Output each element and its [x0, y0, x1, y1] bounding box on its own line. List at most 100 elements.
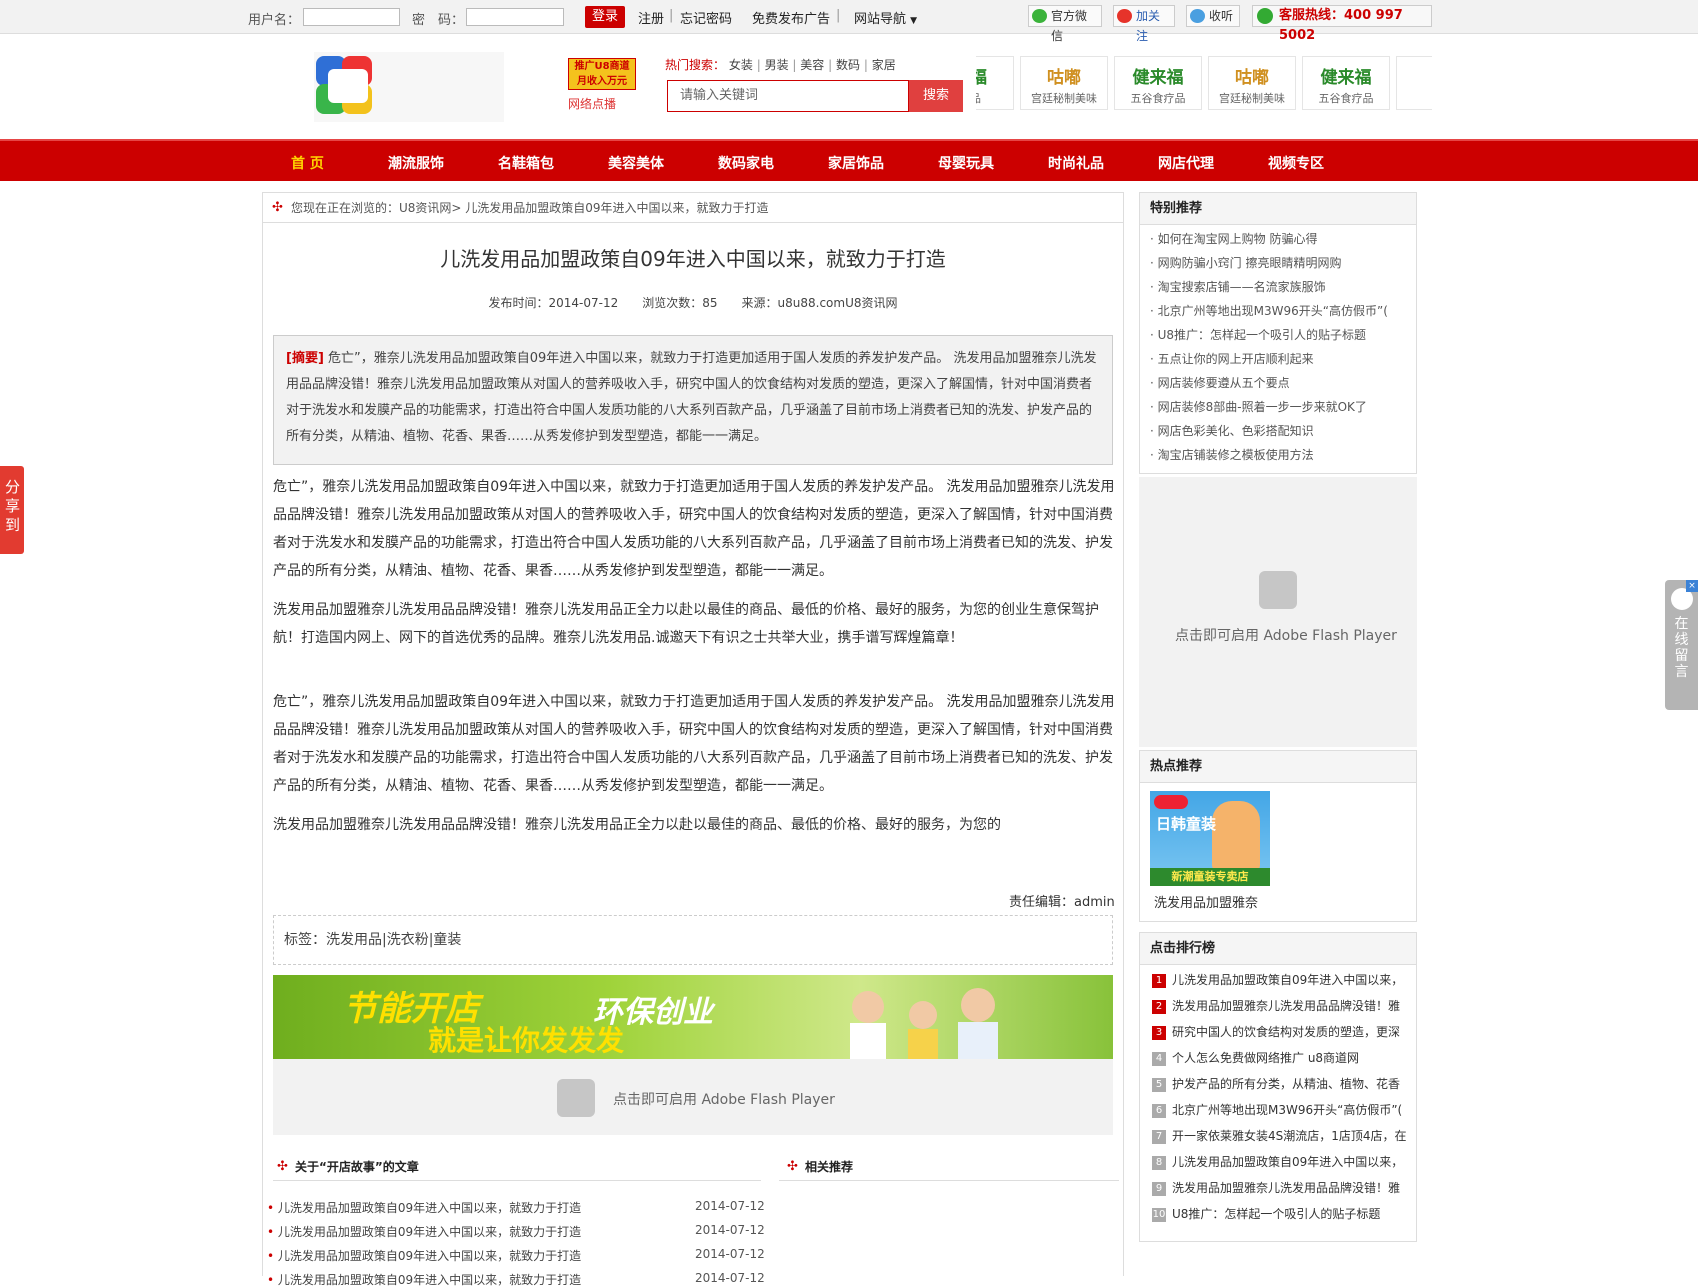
nav-baby-toys[interactable]: 母婴玩具 — [938, 153, 994, 173]
search-button[interactable]: 搜索 — [909, 80, 963, 112]
about-section-header: ✣ 关于“开店故事”的文章 — [273, 1153, 761, 1181]
site-nav-dropdown[interactable]: 网站导航 ▼ — [854, 8, 917, 27]
flash-placeholder[interactable]: 点击即可启用 Adobe Flash Player — [273, 1059, 1113, 1135]
click-ranking-box: 点击排行榜 1 儿洗发用品加盟政策自09年进入中国以来， 2 洗发用品加盟雅奈儿洗发… — [1139, 932, 1417, 1242]
hot-term[interactable]: 美容 — [800, 58, 824, 72]
brand-logo — [1154, 795, 1188, 809]
nav-gifts[interactable]: 时尚礼品 — [1048, 153, 1104, 173]
rank-item[interactable]: 6 北京广州等地出现M3W96开头“高仿假币”( — [1140, 1097, 1416, 1123]
login-button[interactable]: 登录 — [585, 6, 625, 28]
forgot-password-link[interactable]: 忘记密码 — [680, 8, 732, 27]
ad-tile[interactable]: 健来福 五谷食疗品 — [1114, 56, 1202, 110]
site-logo[interactable] — [314, 52, 504, 122]
list-item[interactable]: · 网店装修要遵从五个要点 — [1140, 371, 1416, 395]
nav-home[interactable]: 首 页 — [291, 153, 324, 173]
list-item[interactable]: · 五点让你的网上开店顺利起来 — [1140, 347, 1416, 371]
hot-recommend-caption[interactable]: 洗发用品加盟雅奈 — [1154, 892, 1258, 911]
nav-home-decor[interactable]: 家居饰品 — [828, 153, 884, 173]
list-item[interactable]: • 儿洗发用品加盟政策自09年进入中国以来，就致力于打造 2014-07-12 — [267, 1199, 767, 1216]
list-item[interactable]: · 如何在淘宝网上购物 防骗心得 — [1140, 227, 1416, 251]
rank-item[interactable]: 4 个人怎么免费做网络推广 u8商道网 — [1140, 1045, 1416, 1071]
rank-item[interactable]: 1 儿洗发用品加盟政策自09年进入中国以来， — [1140, 967, 1416, 993]
ad-tile[interactable]: 咕宫 — [1396, 56, 1432, 110]
hotline: 客服热线：400 997 5002 — [1252, 5, 1432, 43]
promo-badge[interactable]: 推广U8商道 月收入万元 网络点播 — [568, 58, 636, 114]
nav-fashion[interactable]: 潮流服饰 — [388, 153, 444, 173]
list-item[interactable]: · 淘宝搜索店铺——名流家族服饰 — [1140, 275, 1416, 299]
summary-tag: [摘要] — [286, 351, 324, 366]
logo-center — [328, 69, 368, 103]
listen-label: 收听 — [1209, 9, 1234, 23]
list-item[interactable]: · 网购防骗小窍门 擦亮眼睛精明网购 — [1140, 251, 1416, 275]
tencent-listen-button[interactable]: 收听 — [1186, 5, 1240, 27]
article-title: 儿洗发用品加盟政策自09年进入中国以来，就致力于打造 — [440, 247, 946, 271]
nav-beauty[interactable]: 美容美体 — [608, 153, 664, 173]
hot-recommend-title: 热点推荐 — [1140, 751, 1416, 783]
hot-term[interactable]: 男装 — [765, 58, 789, 72]
rank-item[interactable]: 8 儿洗发用品加盟政策自09年进入中国以来， — [1140, 1149, 1416, 1175]
article-paragraph: 洗发用品加盟雅奈儿洗发用品品牌没错！雅奈儿洗发用品正全力以赴以最佳的商品、最低的… — [273, 817, 1001, 833]
phone-icon — [1257, 8, 1273, 24]
message-label: 在线留言 — [1674, 616, 1689, 680]
rank-item[interactable]: 5 护发产品的所有分类，从精油、植物、花香 — [1140, 1071, 1416, 1097]
hot-term[interactable]: 家居 — [872, 58, 896, 72]
cross-icon: ✣ — [272, 200, 283, 215]
wechat-icon — [1032, 9, 1047, 23]
list-item[interactable]: · U8推广：怎样起一个吸引人的贴子标题 — [1140, 323, 1416, 347]
wechat-button[interactable]: 官方微信 — [1028, 5, 1102, 43]
free-ad-link[interactable]: 免费发布广告 — [752, 8, 830, 27]
close-icon[interactable]: × — [1686, 580, 1698, 592]
rank-item[interactable]: 3 研究中国人的饮食结构对发质的塑造，更深 — [1140, 1019, 1416, 1045]
special-recommend-title: 特别推荐 — [1140, 193, 1416, 225]
ad-carousel: 宋福疗品 咕嘟宫廷秘制美味 健来福五谷食疗品 咕嘟宫廷秘制美味 健来福五谷食疗品… — [976, 56, 1432, 110]
promo-box: 推广U8商道 月收入万元 — [568, 58, 636, 90]
ad-tile[interactable]: 宋福疗品 — [976, 56, 1014, 110]
nav-shoes-bags[interactable]: 名鞋箱包 — [498, 153, 554, 173]
online-message-tab[interactable]: × 在线留言 — [1665, 580, 1698, 710]
hot-recommend-image[interactable]: 日韩童装 新潮童装专卖店 — [1150, 791, 1270, 886]
click-ranking-title: 点击排行榜 — [1140, 933, 1416, 965]
hot-term[interactable]: 数码 — [836, 58, 860, 72]
promo-banner[interactable]: 节能开店 环保创业 就是让你发发发 — [273, 975, 1113, 1059]
list-item[interactable]: · 北京广州等地出现M3W96开头“高仿假币”( — [1140, 299, 1416, 323]
rank-item[interactable]: 10 U8推广：怎样起一个吸引人的贴子标题 — [1140, 1201, 1416, 1227]
recommend-section-header: ✣ 相关推荐 — [779, 1153, 1119, 1181]
register-link[interactable]: 注册 — [638, 8, 664, 27]
list-item[interactable]: • 儿洗发用品加盟政策自09年进入中国以来，就致力于打造 2014-07-12 — [267, 1223, 767, 1240]
share-tab[interactable]: 分享到 — [0, 466, 24, 554]
weibo-follow-button[interactable]: 加关注 — [1113, 5, 1175, 43]
about-section-title: 关于“开店故事”的文章 — [295, 1160, 419, 1174]
breadcrumb-text[interactable]: 您现在正在浏览的：U8资讯网> 儿洗发用品加盟政策自09年进入中国以来，就致力于… — [291, 201, 769, 215]
nav-shop-agent[interactable]: 网店代理 — [1158, 153, 1214, 173]
main-nav: 首 页 潮流服饰 名鞋箱包 美容美体 数码家电 家居饰品 母婴玩具 时尚礼品 网… — [0, 139, 1698, 181]
article-paragraph: 洗发用品加盟雅奈儿洗发用品品牌没错！雅奈儿洗发用品正全力以赴以最佳的商品、最低的… — [273, 602, 1099, 646]
divider: | — [836, 8, 841, 23]
list-item[interactable]: · 淘宝店铺装修之模板使用方法 — [1140, 443, 1416, 467]
wechat-label: 官方微信 — [1051, 9, 1088, 43]
rank-item[interactable]: 2 洗发用品加盟雅奈儿洗发用品品牌没错！雅 — [1140, 993, 1416, 1019]
nav-electronics[interactable]: 数码家电 — [718, 153, 774, 173]
rank-item[interactable]: 7 开一家依莱雅女装4S潮流店，1店顶4店，在 — [1140, 1123, 1416, 1149]
rank-item[interactable]: 9 洗发用品加盟雅奈儿洗发用品品牌没错！雅 — [1140, 1175, 1416, 1201]
search-input[interactable]: 请输入关键词 — [667, 80, 909, 112]
article-tags[interactable]: 标签：洗发用品|洗衣粉|童装 — [273, 915, 1113, 965]
summary-text: 危亡”，雅奈儿洗发用品加盟政策自09年进入中国以来，就致力于打造更加适用于国人发… — [286, 351, 1097, 444]
password-input[interactable] — [466, 8, 564, 26]
list-item[interactable]: · 网店色彩美化、色彩搭配知识 — [1140, 419, 1416, 443]
hot-term[interactable]: 女装 — [729, 58, 753, 72]
ad-tile[interactable]: 咕嘟 宫廷秘制美味 — [1020, 56, 1108, 110]
nav-video[interactable]: 视频专区 — [1268, 153, 1324, 173]
username-label: 用户名： — [248, 13, 301, 28]
list-item[interactable]: • 儿洗发用品加盟政策自09年进入中国以来，就致力于打造 2014-07-12 — [267, 1271, 767, 1288]
username-input[interactable] — [303, 8, 400, 26]
list-item[interactable]: • 儿洗发用品加盟政策自09年进入中国以来，就致力于打造 2014-07-12 — [267, 1247, 767, 1264]
child-figure — [1212, 801, 1260, 871]
ad-tile[interactable]: 健来福 五谷食疗品 — [1302, 56, 1390, 110]
sidebar-flash-placeholder[interactable]: 点击即可启用 Adobe Flash Player — [1139, 477, 1417, 747]
list-item[interactable]: · 网店装修8部曲-照着一步一步来就OK了 — [1140, 395, 1416, 419]
article-summary: [摘要] 危亡”，雅奈儿洗发用品加盟政策自09年进入中国以来，就致力于打造更加适… — [273, 335, 1113, 465]
cross-icon: ✣ — [787, 1159, 798, 1174]
ad-tile[interactable]: 咕嘟 宫廷秘制美味 — [1208, 56, 1296, 110]
breadcrumb: ✣ 您现在正在浏览的：U8资讯网> 儿洗发用品加盟政策自09年进入中国以来，就致… — [263, 193, 1123, 223]
follow-label: 加关注 — [1136, 9, 1161, 43]
